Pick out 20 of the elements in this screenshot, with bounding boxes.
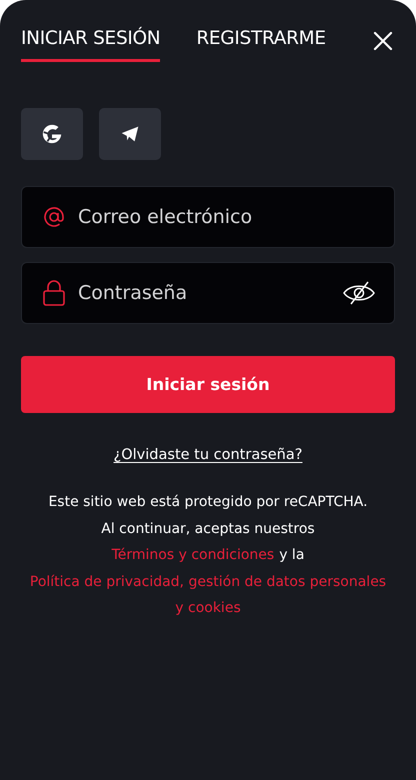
- recaptcha-notice: Este sitio web está protegido por reCAPTCHA.: [48, 493, 368, 512]
- password-field[interactable]: Contraseña: [78, 282, 330, 304]
- privacy-policy-link[interactable]: Política de privacidad, gestión de datos personales y cookies: [21, 568, 395, 622]
- at-sign-icon: [42, 205, 66, 229]
- tab[interactable]: REGISTRARME: [196, 28, 326, 62]
- terms-link[interactable]: Términos y condiciones: [112, 542, 274, 568]
- eye-slash-icon[interactable]: [342, 280, 376, 306]
- password-input-box[interactable]: Contraseña: [21, 262, 395, 324]
- joiner-text: y la: [279, 546, 304, 565]
- consent-text: Al continuar, aceptas nuestros: [101, 520, 315, 538]
- google-icon: [41, 123, 63, 145]
- email-input-box[interactable]: Correo electrónico: [21, 186, 395, 248]
- forgot-password-link[interactable]: ¿Olvidaste tu contraseña?: [114, 447, 302, 463]
- telegram-button[interactable]: [99, 108, 161, 160]
- tab[interactable]: INICIAR SESIÓN: [21, 28, 160, 62]
- lock-icon: [42, 280, 66, 306]
- login-button[interactable]: Iniciar sesión: [21, 356, 395, 413]
- email-field[interactable]: Correo electrónico: [78, 206, 376, 228]
- google-button[interactable]: [21, 108, 83, 160]
- close-icon: [373, 31, 393, 51]
